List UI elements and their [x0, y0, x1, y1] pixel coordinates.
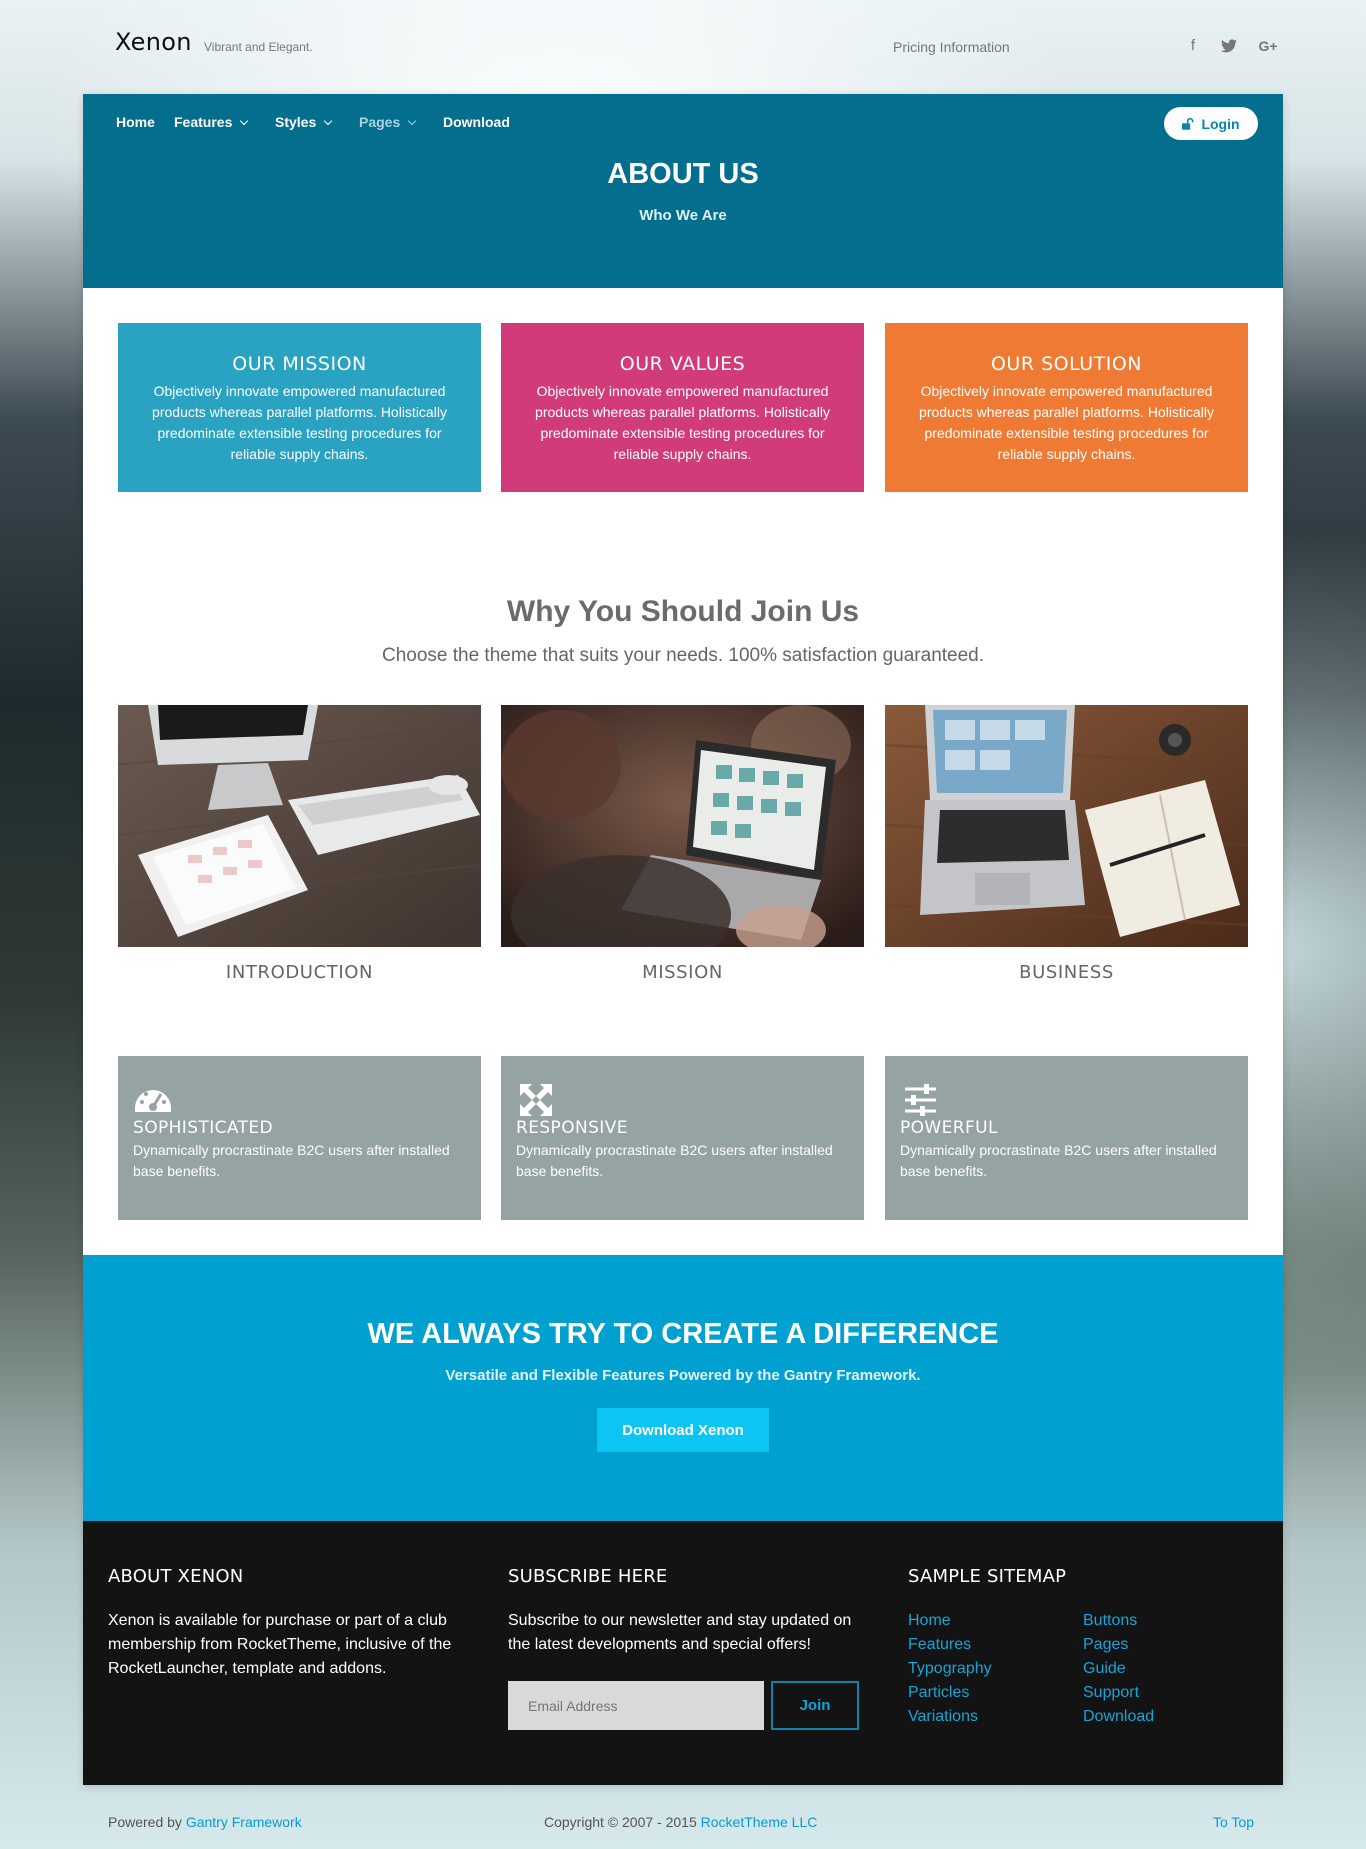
dashboard-icon: [133, 1080, 173, 1120]
cta-subtitle: Versatile and Flexible Features Powered …: [445, 1367, 921, 1384]
page-title: ABOUT US: [607, 158, 759, 190]
powered-prefix: Powered by: [108, 1814, 182, 1830]
sitemap-link-download[interactable]: Download: [1083, 1705, 1154, 1729]
nav-home[interactable]: Home: [116, 114, 155, 130]
to-top-label: To Top: [1213, 1814, 1254, 1830]
powered-by: Powered by Gantry Framework: [108, 1814, 302, 1830]
mission-text: Objectively innovate empowered manufactu…: [152, 383, 447, 462]
email-input[interactable]: [508, 1681, 764, 1730]
unlock-icon: [1182, 117, 1194, 130]
photo-introduction: [118, 705, 481, 947]
nav-styles[interactable]: Styles: [275, 114, 333, 130]
feature-responsive: RESPONSIVE Dynamically procrastinate B2C…: [501, 1056, 864, 1220]
sitemap-link-home[interactable]: Home: [908, 1609, 992, 1633]
feature-text: Dynamically procrastinate B2C users afte…: [900, 1142, 1217, 1179]
feature-text: Dynamically procrastinate B2C users afte…: [133, 1142, 450, 1179]
feature-sophisticated: SOPHISTICATED Dynamically procrastinate …: [118, 1056, 481, 1220]
about-heading: ABOUT XENON: [108, 1566, 244, 1587]
hero-banner: [83, 94, 1283, 288]
nav-pages-label: Pages: [359, 114, 401, 130]
sitemap-link-pages[interactable]: Pages: [1083, 1633, 1154, 1657]
nav-pages[interactable]: Pages: [359, 114, 417, 130]
solution-text: Objectively innovate empowered manufactu…: [919, 383, 1214, 462]
chevron-down-icon: [408, 116, 417, 126]
nav-features-label: Features: [174, 114, 233, 130]
sitemap-link-typography[interactable]: Typography: [908, 1657, 992, 1681]
values-text: Objectively innovate empowered manufactu…: [535, 383, 830, 462]
about-text: Xenon is available for purchase or part …: [108, 1612, 452, 1677]
feature-title: POWERFUL: [900, 1118, 998, 1138]
sitemap-col-2: Buttons Pages Guide Support Download: [1083, 1609, 1154, 1729]
chevron-down-icon: [240, 116, 249, 126]
google-plus-icon[interactable]: G+: [1256, 36, 1280, 56]
chevron-down-icon: [324, 116, 333, 126]
mission-box: OUR MISSION Objectively innovate empower…: [118, 323, 481, 492]
nav-features[interactable]: Features: [174, 114, 249, 130]
feature-title: SOPHISTICATED: [133, 1118, 274, 1138]
feature-powerful: POWERFUL Dynamically procrastinate B2C u…: [885, 1056, 1248, 1220]
sitemap-link-guide[interactable]: Guide: [1083, 1657, 1154, 1681]
nav-styles-label: Styles: [275, 114, 317, 130]
photo-caption-introduction: INTRODUCTION: [225, 962, 374, 983]
photo-business: [885, 705, 1248, 947]
subscribe-heading: SUBSCRIBE HERE: [508, 1566, 668, 1587]
sliders-icon: [900, 1080, 940, 1120]
expand-arrows-icon: [516, 1080, 556, 1120]
why-subtitle: Choose the theme that suits your needs. …: [381, 645, 985, 666]
to-top-link[interactable]: To Top: [1213, 1814, 1254, 1830]
sitemap-link-support[interactable]: Support: [1083, 1681, 1154, 1705]
pricing-link[interactable]: Pricing Information: [893, 39, 1010, 55]
copyright: Copyright © 2007 - 2015 RocketTheme LLC: [544, 1814, 817, 1830]
photo-caption-business: BUSINESS: [1019, 962, 1114, 983]
values-box: OUR VALUES Objectively innovate empowere…: [501, 323, 864, 492]
nav-download[interactable]: Download: [443, 114, 510, 130]
sitemap-link-variations[interactable]: Variations: [908, 1705, 992, 1729]
photo-mission: [501, 705, 864, 947]
download-xenon-button[interactable]: Download Xenon: [597, 1408, 769, 1452]
twitter-icon[interactable]: [1219, 36, 1239, 56]
cta-title: WE ALWAYS TRY TO CREATE A DIFFERENCE: [367, 1318, 999, 1350]
rockettheme-link[interactable]: RocketTheme LLC: [701, 1814, 818, 1830]
subscribe-text: Subscribe to our newsletter and stay upd…: [508, 1612, 852, 1653]
brand-logo[interactable]: Xenon: [115, 28, 192, 56]
why-title: Why You Should Join Us: [506, 595, 860, 628]
solution-title: OUR SOLUTION: [990, 353, 1143, 375]
sitemap-link-particles[interactable]: Particles: [908, 1681, 992, 1705]
join-button[interactable]: Join: [771, 1681, 859, 1730]
sitemap-col-1: Home Features Typography Particles Varia…: [908, 1609, 992, 1729]
cta-section: [83, 1255, 1283, 1521]
sitemap-heading: SAMPLE SITEMAP: [908, 1566, 1067, 1587]
facebook-icon[interactable]: f: [1183, 36, 1203, 56]
login-label: Login: [1201, 115, 1240, 132]
sitemap-link-features[interactable]: Features: [908, 1633, 992, 1657]
mission-title: OUR MISSION: [232, 353, 367, 375]
values-title: OUR VALUES: [619, 353, 746, 375]
login-button[interactable]: Login: [1164, 107, 1258, 140]
feature-title: RESPONSIVE: [516, 1118, 628, 1138]
brand-tagline: Vibrant and Elegant.: [204, 40, 313, 54]
gantry-link[interactable]: Gantry Framework: [186, 1814, 302, 1830]
copyright-prefix: Copyright © 2007 - 2015: [544, 1814, 697, 1830]
sitemap-link-buttons[interactable]: Buttons: [1083, 1609, 1154, 1633]
solution-box: OUR SOLUTION Objectively innovate empowe…: [885, 323, 1248, 492]
photo-caption-mission: MISSION: [642, 962, 723, 983]
feature-text: Dynamically procrastinate B2C users afte…: [516, 1142, 833, 1179]
page-subtitle: Who We Are: [639, 207, 727, 224]
